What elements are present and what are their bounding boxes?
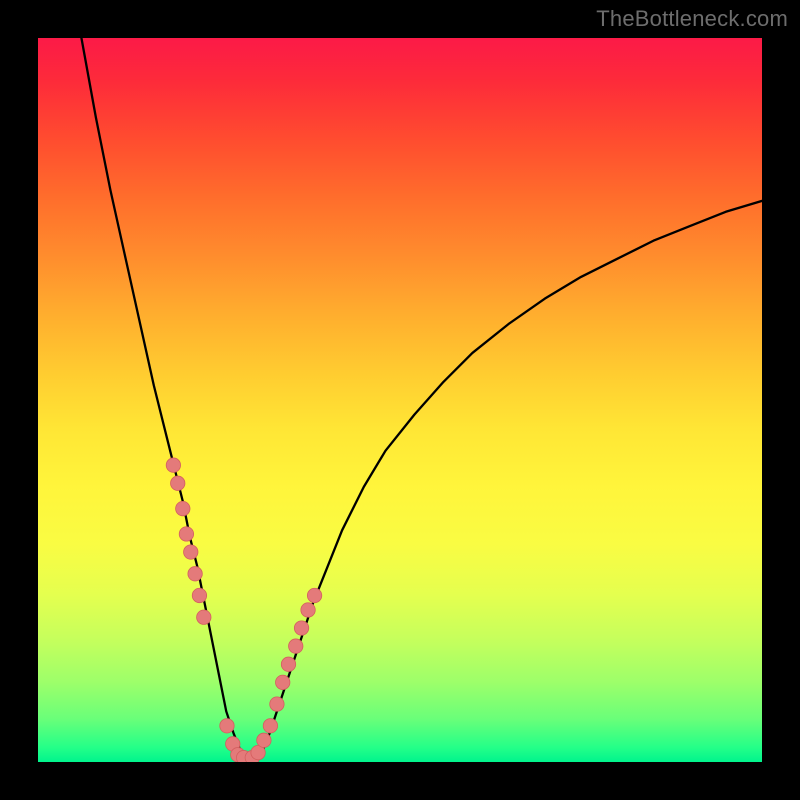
watermark-text: TheBottleneck.com: [596, 6, 788, 32]
chart-container: TheBottleneck.com: [0, 0, 800, 800]
plot-gradient-bg: [38, 38, 762, 762]
